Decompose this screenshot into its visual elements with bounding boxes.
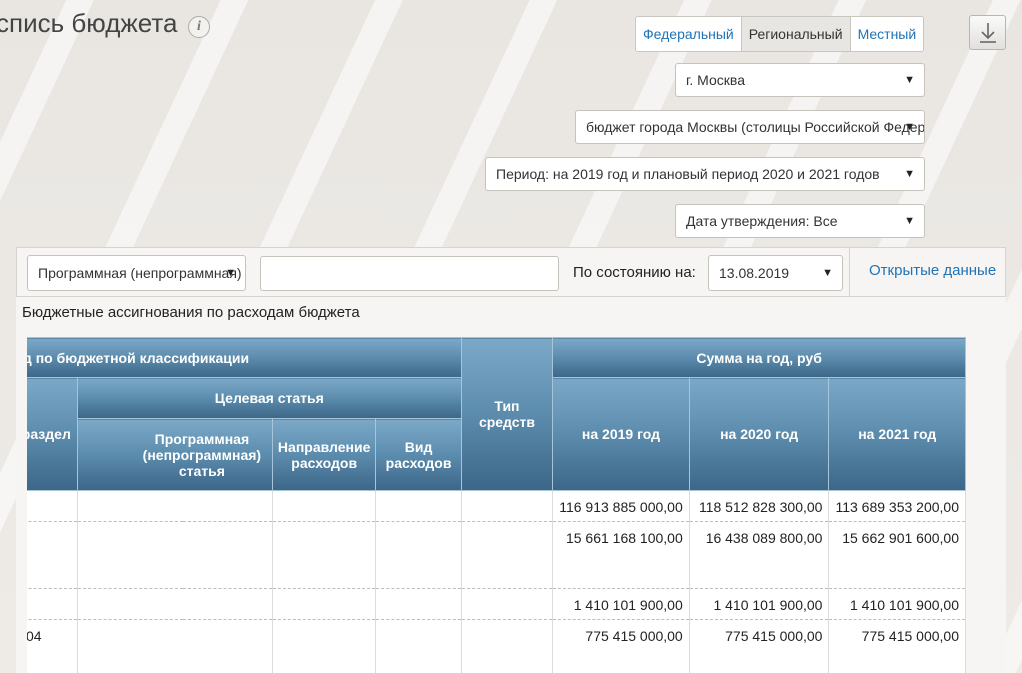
- download-icon: [980, 23, 996, 43]
- header-subsection: Подраздел: [27, 377, 78, 491]
- cell-program-article: [76, 619, 273, 673]
- dropdown-arrow-icon: ▼: [225, 267, 236, 279]
- header-code-group: Код по бюджетной классификации: [27, 337, 462, 378]
- classification-select-value: Программная (непрограммная): [38, 265, 242, 281]
- cell-direction: [271, 490, 377, 522]
- download-button[interactable]: [969, 15, 1006, 50]
- search-input[interactable]: [260, 256, 559, 291]
- period-select[interactable]: Период: на 2019 год и плановый период 20…: [485, 157, 925, 191]
- cell-fund-type: [460, 521, 554, 589]
- period-select-value: Период: на 2019 год и плановый период 20…: [496, 166, 880, 182]
- table-row[interactable]: 116 913 885 000,00 118 512 828 300,00 11…: [27, 490, 966, 522]
- cell-2021: 775 415 000,00: [828, 619, 966, 673]
- budget-select[interactable]: бюджет города Москвы (столицы Российской…: [575, 110, 925, 144]
- header-program-article: Программная (непрограммная) статья: [76, 418, 273, 491]
- approval-date-select-value: Дата утверждения: Все: [686, 213, 838, 229]
- open-data-link[interactable]: Открытые данные: [869, 262, 996, 279]
- dropdown-arrow-icon: ▼: [904, 168, 915, 180]
- budget-table-container[interactable]: Код по бюджетной классификации Тип средс…: [27, 337, 1006, 673]
- info-icon[interactable]: i: [188, 16, 210, 38]
- header-expense-type: Вид расходов: [375, 418, 462, 491]
- header-year-2021[interactable]: на 2021 год: [828, 377, 966, 491]
- cell-expense-type: [375, 490, 462, 522]
- budget-select-value: бюджет города Москвы (столицы Российской…: [586, 119, 925, 135]
- cell-2019: 775 415 000,00: [552, 619, 690, 673]
- cell-subsection: 04: [27, 619, 78, 673]
- section-title: Бюджетные ассигнования по расходам бюдже…: [22, 304, 360, 321]
- level-local-button[interactable]: Местный: [850, 17, 924, 51]
- cell-program-article: [76, 521, 273, 589]
- dropdown-arrow-icon: ▼: [904, 74, 915, 86]
- cell-program-article: [76, 588, 273, 620]
- cell-2021: 15 662 901 600,00: [828, 521, 966, 589]
- table-row[interactable]: 04 775 415 000,00 775 415 000,00 775 415…: [27, 619, 966, 673]
- cell-subsection: [27, 490, 78, 522]
- cell-expense-type: [375, 521, 462, 589]
- header-year-2019[interactable]: на 2019 год: [552, 377, 690, 491]
- cell-direction: [271, 588, 377, 620]
- cell-subsection: [27, 521, 78, 589]
- cell-direction: [271, 619, 377, 673]
- cell-2019: 15 661 168 100,00: [552, 521, 690, 589]
- classification-select[interactable]: Программная (непрограммная) ▼: [27, 255, 246, 291]
- cell-expense-type: [375, 588, 462, 620]
- cell-fund-type: [460, 619, 554, 673]
- header-fund-type: Тип средств: [460, 337, 554, 491]
- cell-2021: 113 689 353 200,00: [828, 490, 966, 522]
- region-select-value: г. Москва: [686, 72, 745, 88]
- dropdown-arrow-icon: ▼: [822, 267, 833, 279]
- state-date-select[interactable]: 13.08.2019 ▼: [708, 255, 843, 291]
- page-title: спись бюджета: [0, 8, 178, 38]
- cell-2020: 16 438 089 800,00: [688, 521, 830, 589]
- cell-2020: 775 415 000,00: [688, 619, 830, 673]
- state-date-label: По состоянию на:: [573, 264, 696, 281]
- header-target-article: Целевая статья: [76, 377, 462, 419]
- header-year-2020[interactable]: на 2020 год: [688, 377, 830, 491]
- cell-fund-type: [460, 588, 554, 620]
- cell-expense-type: [375, 619, 462, 673]
- header-direction: Направление расходов: [271, 418, 377, 491]
- table-row[interactable]: 15 661 168 100,00 16 438 089 800,00 15 6…: [27, 521, 966, 589]
- cell-2021: 1 410 101 900,00: [828, 588, 966, 620]
- cell-2020: 1 410 101 900,00: [688, 588, 830, 620]
- cell-2019: 1 410 101 900,00: [552, 588, 690, 620]
- state-date-value: 13.08.2019: [719, 265, 790, 281]
- region-select[interactable]: г. Москва ▼: [675, 63, 925, 97]
- cell-fund-type: [460, 490, 554, 522]
- cell-direction: [271, 521, 377, 589]
- cell-2020: 118 512 828 300,00: [688, 490, 830, 522]
- table-row[interactable]: 1 410 101 900,00 1 410 101 900,00 1 410 …: [27, 588, 966, 620]
- cell-subsection: [27, 588, 78, 620]
- budget-level-switch: Федеральный Региональный Местный: [635, 16, 925, 52]
- budget-table: Код по бюджетной классификации Тип средс…: [27, 337, 966, 673]
- dropdown-arrow-icon: ▼: [904, 215, 915, 227]
- dropdown-arrow-icon: ▼: [904, 121, 915, 133]
- header-sum-group: Сумма на год, руб: [552, 337, 966, 378]
- approval-date-select[interactable]: Дата утверждения: Все ▼: [675, 204, 925, 238]
- cell-2019: 116 913 885 000,00: [552, 490, 690, 522]
- level-regional-button[interactable]: Региональный: [741, 17, 851, 51]
- toolbar-divider: [849, 248, 850, 296]
- level-federal-button[interactable]: Федеральный: [636, 17, 742, 51]
- cell-program-article: [76, 490, 273, 522]
